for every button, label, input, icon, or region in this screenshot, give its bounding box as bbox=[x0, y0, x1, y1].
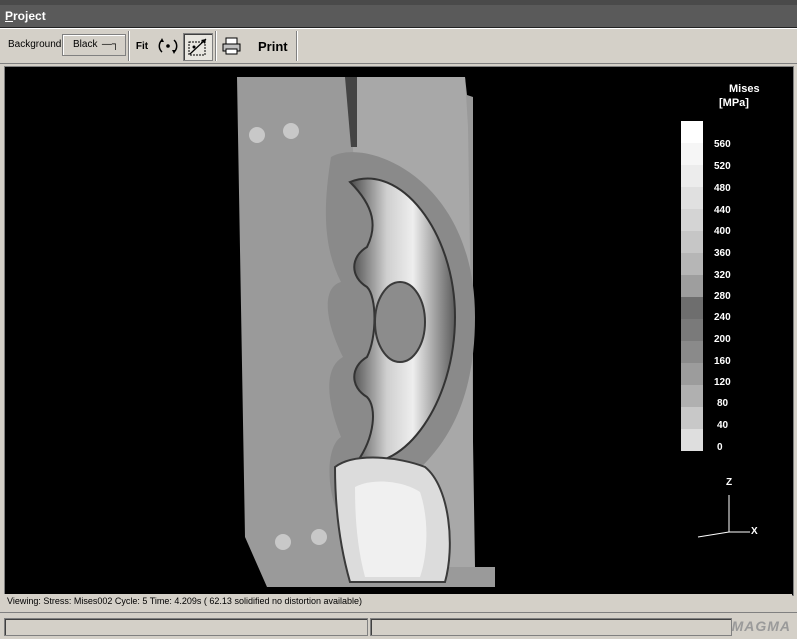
legend-label: 280 bbox=[714, 291, 731, 302]
legend-unit: [MPa] bbox=[719, 97, 749, 109]
toolbar: Background: Black —┐ Fit Print bbox=[0, 28, 797, 64]
legend-label: 40 bbox=[717, 420, 729, 431]
color-legend bbox=[681, 121, 703, 451]
zoom-window-icon bbox=[188, 38, 207, 56]
status-panel-left bbox=[4, 618, 368, 636]
stress-render bbox=[237, 77, 750, 587]
legend-title: Mises bbox=[729, 83, 760, 95]
legend-label: 440 bbox=[714, 205, 731, 216]
viewing-status: Viewing: Stress: Mises002 Cycle: 5 Time:… bbox=[4, 594, 792, 608]
toolbar-separator bbox=[215, 31, 217, 61]
print-button-label: Print bbox=[258, 38, 288, 54]
legend-label: 120 bbox=[714, 377, 731, 388]
menu-bar: Project bbox=[0, 5, 797, 28]
rotate-button[interactable] bbox=[155, 33, 181, 59]
printer-icon bbox=[222, 37, 241, 55]
legend-label: 0 bbox=[717, 442, 723, 453]
background-select[interactable]: Black —┐ bbox=[62, 34, 126, 56]
rotate-icon bbox=[158, 38, 178, 54]
background-label: Background: bbox=[8, 39, 65, 50]
fit-button[interactable]: Fit bbox=[131, 33, 153, 59]
legend-label: 240 bbox=[714, 312, 731, 323]
legend-label: 320 bbox=[714, 270, 731, 281]
toolbar-separator bbox=[296, 31, 298, 61]
legend-label: 560 bbox=[714, 139, 731, 150]
legend-label: 400 bbox=[714, 226, 731, 237]
axis-x-label: X bbox=[751, 526, 758, 537]
status-bar: MAGMA bbox=[0, 612, 797, 639]
menu-project[interactable]: Project bbox=[5, 9, 46, 23]
magma-logo: MAGMA bbox=[731, 618, 791, 634]
zoom-window-button[interactable] bbox=[183, 33, 213, 61]
legend-label: 200 bbox=[714, 334, 731, 345]
axis-triad bbox=[697, 495, 750, 538]
print-button[interactable]: Print bbox=[218, 33, 294, 59]
dropdown-arrow-icon: —┐ bbox=[101, 39, 119, 50]
status-panel-right bbox=[370, 618, 732, 636]
legend-label: 520 bbox=[714, 161, 731, 172]
legend-label: 160 bbox=[714, 356, 731, 367]
toolbar-separator bbox=[128, 31, 130, 61]
legend-label: 360 bbox=[714, 248, 731, 259]
legend-label: 80 bbox=[717, 398, 729, 409]
legend-label: 480 bbox=[714, 183, 731, 194]
viewing-status-text: Viewing: Stress: Mises002 Cycle: 5 Time:… bbox=[7, 596, 363, 606]
background-select-value: Black bbox=[73, 39, 98, 50]
axis-z-label: Z bbox=[726, 477, 733, 488]
3d-viewport[interactable]: Mises [MPa] 560 520 480 440 400 360 320 … bbox=[4, 66, 794, 596]
